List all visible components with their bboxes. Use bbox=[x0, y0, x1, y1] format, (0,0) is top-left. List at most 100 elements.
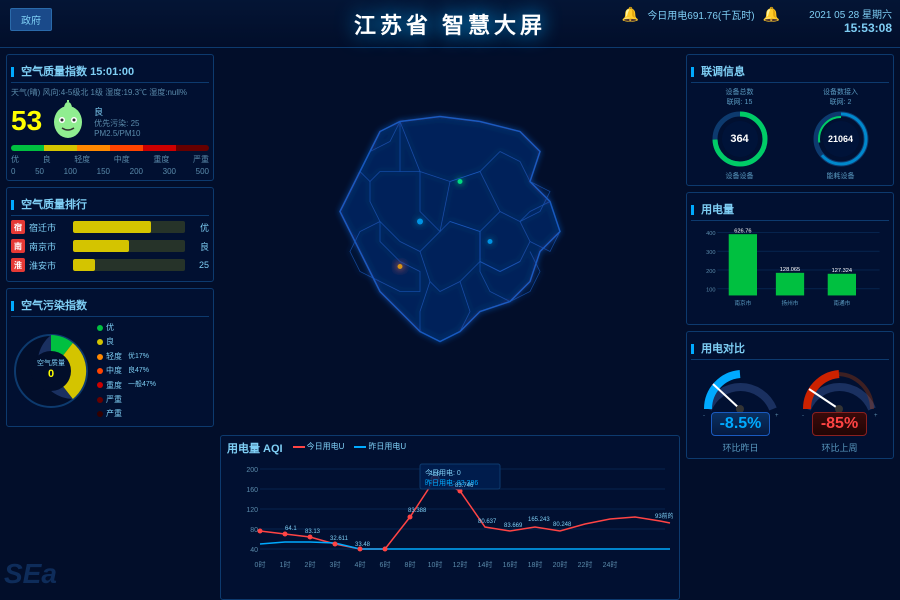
gauge-ring-2: 21064 bbox=[811, 109, 871, 169]
title-bar-icon5 bbox=[691, 205, 694, 215]
gauge-1-sublabel: 设备总数联网: 15 bbox=[726, 87, 754, 107]
rank-badge-3: 淮 bbox=[11, 258, 25, 272]
line-chart-svg: 200 160 120 80 40 今日用电: 0 昨日用电: 83.386 bbox=[227, 459, 673, 574]
ranking-item-3: 淮 淮安市 25 bbox=[11, 258, 209, 272]
bell-icon-left[interactable]: 🔔 bbox=[622, 6, 639, 23]
aqi-detail: 良 优先污染: 25 PM2.5/PM10 bbox=[94, 105, 140, 138]
svg-text:80.248: 80.248 bbox=[553, 522, 572, 528]
compare-gauges: - + -8.5% 环比昨日 - + bbox=[691, 364, 889, 454]
speedometer-2: - + -85% 环比上周 bbox=[797, 364, 882, 454]
svg-text:-: - bbox=[703, 413, 705, 419]
ranking-item-2: 南 南京市 良 bbox=[11, 239, 209, 253]
svg-text:626.76: 626.76 bbox=[734, 228, 751, 234]
rank-bar-2 bbox=[73, 240, 185, 252]
line-chart-section: 用电量 AQI 今日用电U 昨日用电U 200 160 120 80 40 bbox=[220, 435, 680, 600]
svg-text:40: 40 bbox=[250, 547, 258, 554]
ranking-section: 空气质量排行 宿 宿迁市 优 南 南京市 良 淮 淮安市 25 bbox=[6, 187, 214, 282]
header-date: 2021 05 28 星期六 bbox=[809, 6, 892, 21]
elec-chart-title: 用电量 bbox=[691, 197, 889, 221]
pie-center: 空气质量 0 bbox=[11, 358, 91, 380]
pie-legend: 优 良 轻度 中度 重度 严重 产重 bbox=[97, 321, 122, 422]
aqi-info-text: 天气(晴) 风向:4-5级北 1级 湿度:19.3℃ 湿度:null% bbox=[11, 87, 209, 98]
gauge-2-sublabel: 设备数接入联网: 2 bbox=[823, 87, 858, 107]
svg-text:33.48: 33.48 bbox=[355, 542, 371, 548]
bell-icon-right[interactable]: 🔔 bbox=[763, 6, 780, 23]
svg-text:400: 400 bbox=[706, 231, 715, 237]
speedo-2-label: 环比上周 bbox=[821, 441, 857, 454]
linked-info-section: 联调信息 设备总数联网: 15 364 设备设备 设备数接入联网: 2 bbox=[686, 54, 894, 186]
svg-text:16时: 16时 bbox=[503, 560, 518, 569]
pie-chart: 空气质量 0 bbox=[11, 331, 91, 411]
title-bar-icon3 bbox=[11, 301, 14, 311]
speedo-2-value: -85% bbox=[812, 412, 867, 436]
svg-text:1时: 1时 bbox=[280, 560, 291, 569]
rank-bar-1 bbox=[73, 221, 185, 233]
header-left: 政府 bbox=[10, 8, 52, 31]
sea-logo: SEa bbox=[4, 558, 57, 590]
title-bar-icon4 bbox=[691, 67, 694, 77]
svg-text:300: 300 bbox=[706, 250, 715, 256]
gauge-ring-1: 364 bbox=[710, 109, 770, 169]
bar-chart-area: 400 300 200 100 626.76 南京市 128.065 扬州市 1… bbox=[691, 225, 889, 320]
title-bar-icon bbox=[11, 67, 14, 77]
svg-text:32.611: 32.611 bbox=[330, 536, 349, 542]
rank-name-2: 南京市 bbox=[29, 240, 69, 253]
right-panel: 联调信息 设备总数联网: 15 364 设备设备 设备数接入联网: 2 bbox=[680, 48, 900, 600]
svg-text:12时: 12时 bbox=[453, 560, 468, 569]
chart-header: 用电量 AQI 今日用电U 昨日用电U bbox=[227, 440, 673, 456]
pollution-section: 空气污染指数 bbox=[6, 288, 214, 427]
speedometer-1: - + -8.5% 环比昨日 bbox=[698, 364, 783, 454]
svg-text:8时: 8时 bbox=[405, 560, 416, 569]
header: 政府 江苏省 智慧大屏 🔔 今日用电691.76(千瓦时) 🔔 2021 05 … bbox=[0, 0, 900, 48]
aqi-section: 空气质量指数 15:01:00 天气(晴) 风向:4-5级北 1级 湿度:19.… bbox=[6, 54, 214, 181]
aqi-header: 53 良 优先污染: 25 PM2.5/PM10 bbox=[11, 101, 209, 141]
aqi-labels: 优良轻度中度重度严重 bbox=[11, 154, 209, 165]
speedometer-2-svg: - + bbox=[797, 364, 882, 419]
svg-text:168: 168 bbox=[430, 471, 441, 477]
aqi-section-title: 空气质量指数 15:01:00 bbox=[11, 59, 209, 83]
ranking-title: 空气质量排行 bbox=[11, 192, 209, 216]
rank-name-1: 宿迁市 bbox=[29, 221, 69, 234]
province-map bbox=[220, 48, 680, 435]
aqi-value: 53 bbox=[11, 107, 42, 135]
rank-value-2: 良 bbox=[189, 240, 209, 253]
svg-text:83.388: 83.388 bbox=[408, 508, 427, 514]
gauge-2: 设备数接入联网: 2 21064 能耗设备 bbox=[811, 87, 871, 181]
svg-text:扬州市: 扬州市 bbox=[782, 299, 799, 307]
energy-today-label: 今日用电691.76(千瓦时) bbox=[647, 7, 754, 22]
login-button[interactable]: 政府 bbox=[10, 8, 52, 31]
speedometer-1-svg: - + bbox=[698, 364, 783, 419]
bar-chart-svg: 400 300 200 100 626.76 南京市 128.065 扬州市 1… bbox=[691, 225, 889, 315]
map-area bbox=[220, 48, 680, 435]
left-panel: 空气质量指数 15:01:00 天气(晴) 风向:4-5级北 1级 湿度:19.… bbox=[0, 48, 220, 600]
pollution-title: 空气污染指数 bbox=[11, 293, 209, 317]
gauge-2-label: 能耗设备 bbox=[827, 171, 855, 181]
svg-text:64.1: 64.1 bbox=[285, 526, 297, 532]
rank-badge-2: 南 bbox=[11, 239, 25, 253]
svg-text:120: 120 bbox=[246, 507, 258, 514]
svg-text:3时: 3时 bbox=[330, 560, 341, 569]
gauge-1-label: 设备设备 bbox=[726, 171, 754, 181]
gauge-1: 设备总数联网: 15 364 设备设备 bbox=[710, 87, 770, 181]
aqi-scale bbox=[11, 145, 209, 151]
svg-text:0时: 0时 bbox=[255, 560, 266, 569]
svg-text:83.669: 83.669 bbox=[504, 523, 523, 529]
rank-value-1: 优 bbox=[189, 221, 209, 234]
gauge-1-value: 364 bbox=[730, 133, 748, 145]
svg-text:2时: 2时 bbox=[305, 560, 316, 569]
chart-legend: 今日用电U 昨日用电U bbox=[293, 441, 407, 452]
svg-text:200: 200 bbox=[706, 269, 715, 275]
aqi-mascot bbox=[48, 101, 88, 141]
speedo-1-label: 环比昨日 bbox=[722, 441, 758, 454]
svg-text:160: 160 bbox=[246, 487, 258, 494]
svg-text:南通市: 南通市 bbox=[833, 299, 850, 307]
svg-text:10时: 10时 bbox=[428, 560, 443, 569]
svg-text:14时: 14时 bbox=[478, 560, 493, 569]
gauge-2-value: 21064 bbox=[828, 134, 853, 144]
pollution-content: 空气质量 0 优 良 轻度 中度 重度 严重 产重 优17% 良47% 一般47… bbox=[11, 321, 209, 422]
svg-text:18时: 18时 bbox=[528, 560, 543, 569]
svg-text:22时: 22时 bbox=[578, 560, 593, 569]
svg-text:80.637: 80.637 bbox=[478, 519, 497, 525]
svg-text:83.13: 83.13 bbox=[305, 529, 321, 535]
svg-text:80: 80 bbox=[250, 527, 258, 534]
